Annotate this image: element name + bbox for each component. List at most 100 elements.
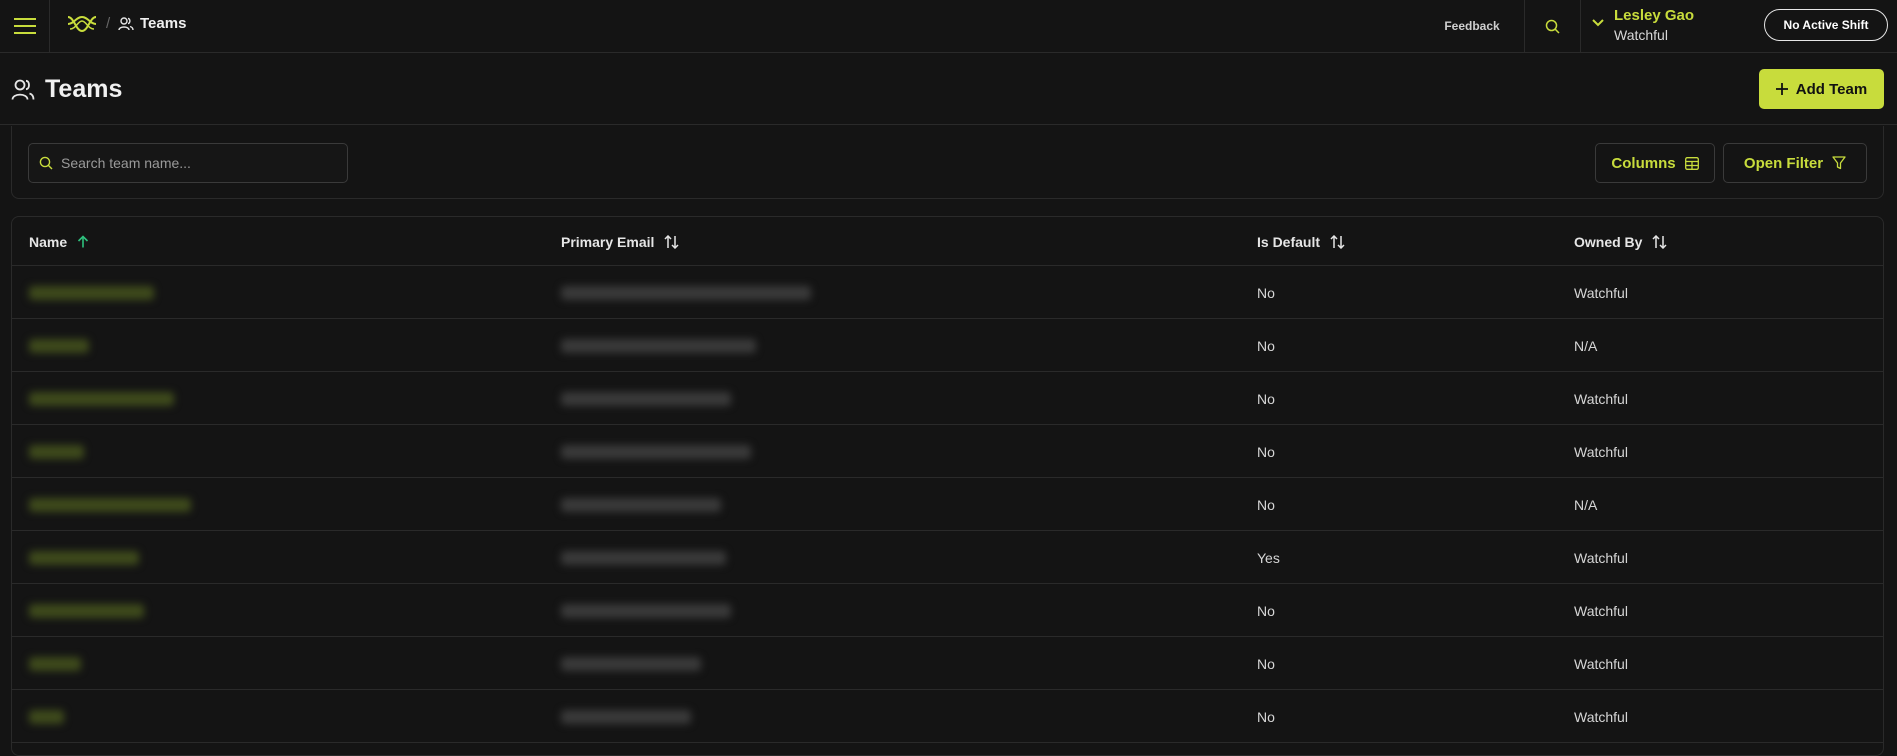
page-header: Teams Add Team [0,53,1897,125]
redacted-email [561,444,751,459]
breadcrumb-separator: / [106,15,111,32]
redacted-team-name [29,603,144,618]
users-icon [11,79,35,100]
primary-email-cell [561,690,831,743]
table-row[interactable]: No Watchful [12,637,1883,690]
primary-email-cell [561,266,831,319]
column-header-owned-label: Owned By [1574,233,1643,250]
column-header-owned-by[interactable]: Owned By [1574,217,1667,266]
column-header-default-label: Is Default [1257,233,1321,250]
open-filter-label: Open Filter [1743,154,1824,172]
primary-email-cell [561,531,831,584]
redacted-team-name [29,709,64,724]
is-default-cell: No [1257,443,1275,460]
search-icon [1545,19,1560,34]
logo-icon [67,15,97,33]
team-name-cell[interactable] [29,425,199,478]
primary-email-cell [561,637,831,690]
table-row[interactable]: No N/A [12,478,1883,531]
sort-arrows-icon [1330,234,1345,249]
page-title-group: Teams [11,75,122,104]
redacted-email [561,391,731,406]
column-header-is-default[interactable]: Is Default [1257,217,1345,266]
redacted-team-name [29,285,154,300]
table-row[interactable]: No Watchful [12,372,1883,425]
redacted-email [561,285,811,300]
table-row[interactable]: No Watchful [12,584,1883,637]
redacted-email [561,550,726,565]
redacted-email [561,603,731,618]
table-row[interactable]: No Watchful [12,690,1883,743]
users-icon [118,16,134,30]
hamburger-icon [13,18,36,34]
columns-button[interactable]: Columns [1595,143,1715,183]
team-search-field[interactable] [28,143,348,183]
column-header-name[interactable]: Name [29,217,89,266]
redacted-email [561,709,691,724]
owned-by-cell: Watchful [1574,549,1628,566]
primary-email-cell [561,372,831,425]
breadcrumb-current: Teams [140,15,187,32]
team-search-input[interactable] [61,155,331,171]
primary-email-cell [561,584,831,637]
user-menu[interactable]: Lesley Gao Watchful [1592,7,1694,45]
team-name-cell[interactable] [29,478,199,531]
owned-by-cell: Watchful [1574,708,1628,725]
global-search-button[interactable] [1525,0,1581,52]
owned-by-cell: Watchful [1574,602,1628,619]
redacted-team-name [29,656,81,671]
plus-icon [1775,83,1788,95]
primary-email-cell [561,478,831,531]
table-row[interactable]: No N/A [12,319,1883,372]
breadcrumb[interactable]: Teams [118,15,186,32]
table-row[interactable]: Yes Watchful [12,531,1883,584]
redacted-team-name [29,444,84,459]
top-bar: / Teams Feedback Lesley Gao Watchful No … [0,0,1897,53]
page-title: Teams [45,75,123,103]
shift-status-button[interactable]: No Active Shift [1764,9,1888,41]
chevron-down-icon [1592,19,1604,27]
user-info: Lesley Gao Watchful [1614,7,1694,45]
columns-label: Columns [1611,154,1676,172]
sort-arrows-icon [1652,234,1667,249]
menu-button[interactable] [0,0,50,52]
team-name-cell[interactable] [29,319,199,372]
owned-by-cell: Watchful [1574,390,1628,407]
redacted-team-name [29,338,89,353]
is-default-cell: No [1257,496,1275,513]
feedback-button[interactable]: Feedback [1420,0,1525,52]
primary-email-cell [561,319,831,372]
table-row[interactable]: No Watchful [12,425,1883,478]
table-grid-icon [1684,156,1699,170]
team-name-cell[interactable] [29,690,199,743]
team-name-cell[interactable] [29,637,199,690]
redacted-team-name [29,550,139,565]
search-icon [39,156,53,170]
team-name-cell[interactable] [29,266,199,319]
team-name-cell[interactable] [29,531,199,584]
is-default-cell: No [1257,337,1275,354]
watchful-logo[interactable] [66,13,98,40]
sort-arrows-icon [664,234,679,249]
user-name: Lesley Gao [1614,7,1695,24]
redacted-email [561,656,701,671]
column-header-primary-email[interactable]: Primary Email [561,217,679,266]
redacted-team-name [29,391,174,406]
add-team-label: Add Team [1795,80,1868,98]
is-default-cell: No [1257,390,1275,407]
table-header: Name Primary Email Is Default Owned By [12,217,1883,266]
is-default-cell: Yes [1257,549,1280,566]
owned-by-cell: N/A [1574,496,1598,513]
funnel-icon [1832,156,1846,170]
redacted-email [561,338,756,353]
add-team-button[interactable]: Add Team [1759,69,1884,109]
is-default-cell: No [1257,284,1275,301]
open-filter-button[interactable]: Open Filter [1723,143,1867,183]
team-name-cell[interactable] [29,372,199,425]
team-name-cell[interactable] [29,584,199,637]
table-row[interactable]: No Watchful [12,266,1883,319]
user-organization: Watchful [1614,27,1668,43]
redacted-email [561,497,721,512]
primary-email-cell [561,425,831,478]
teams-table: Name Primary Email Is Default Owned By N… [11,216,1884,756]
